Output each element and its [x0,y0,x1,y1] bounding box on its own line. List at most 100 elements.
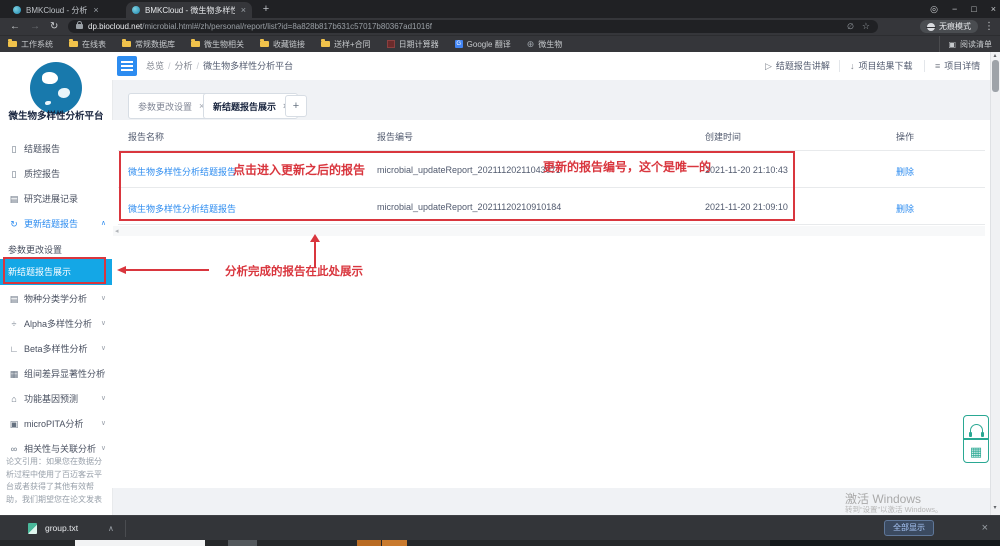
reload-icon[interactable]: ↻ [50,18,58,35]
bookmark-folder[interactable]: 微生物相关 [191,39,244,50]
close-button[interactable]: × [991,4,996,14]
sidebar-item-gene-prediction[interactable]: ⌂ 功能基因预测 ∨ [0,387,112,411]
bookmark-star-icon[interactable]: ☆ [862,21,870,32]
action-label: 项目结果下载 [859,61,913,71]
window-controls: ◎ − □ × [930,0,996,18]
sidebar-item-micropita[interactable]: ▣ microPITA分析 ∨ [0,412,112,436]
sidebar-item-beta-diversity[interactable]: ∟ Beta多样性分析 ∨ [0,337,112,361]
annotation-arrow-up-head [310,234,320,242]
qr-code-button[interactable]: ▦ [963,439,989,463]
address-bar[interactable]: dp.biocloud.net /microbial.html#/zh/pers… [68,20,878,33]
scrollbar-thumb[interactable] [992,60,999,92]
breadcrumb-separator: / [197,61,200,71]
sidebar-item-label: Alpha多样性分析 [24,312,92,336]
scroll-up-icon[interactable]: ▴ [991,52,999,59]
sidebar-item-label: Beta多样性分析 [24,337,88,361]
browser-tab-microbial[interactable]: BMKCloud - 微生物多样性分析 × [126,2,252,18]
tab-new-report-display[interactable]: 新结题报告展示 × [203,93,298,119]
browser-menu-icon[interactable]: ⋮ [984,18,994,35]
sidebar: 微生物多样性分析平台 ▯ 结题报告 ▯ 质控报告 ▤ 研究进展记录 ↻ 更新结题… [0,52,112,515]
sidebar-item-label: 研究进展记录 [24,187,78,211]
chart-axis-icon: ∟ [8,337,20,361]
show-all-downloads-button[interactable]: 全部显示 [884,520,934,536]
bookmark-folder[interactable]: 送样+合同 [321,39,371,50]
sidebar-item-update-report[interactable]: ↻ 更新结题报告 ∧ [0,212,112,236]
downloaded-file-name[interactable]: group.txt [45,516,78,541]
taskbar-app-segment[interactable] [382,540,407,546]
tab-label: 参数更改设置 [138,100,192,113]
chevron-down-icon: ∨ [101,337,106,361]
customer-service-button[interactable] [963,415,989,439]
incognito-label: 无痕模式 [939,21,971,32]
browser-tab-analysis[interactable]: BMKCloud - 分析 × [7,2,124,18]
document-icon: ▯ [8,137,20,161]
new-tab-button[interactable]: + [258,2,274,16]
bookmark-folder[interactable]: 收藏链接 [260,39,305,50]
breadcrumb-analysis[interactable]: 分析 [175,61,193,71]
chevron-down-icon: ∨ [101,412,106,436]
report-name-link[interactable]: 微生物多样性分析结题报告 [128,202,236,215]
taskbar-app-segment[interactable] [228,540,257,546]
report-explain-button[interactable]: ▷结题报告讲解 [765,52,830,80]
url-path: /microbial.html#/zh/personal/report/list… [142,22,432,31]
profile-icon[interactable]: ◎ [930,4,938,15]
bookmark-date-calculator[interactable]: 日期计算器 [387,39,439,50]
tab-param-settings[interactable]: 参数更改设置 × [128,93,214,119]
tab-close-icon[interactable]: × [241,5,246,15]
folder-icon [321,41,330,47]
forward-icon[interactable]: → [30,18,40,35]
folder-icon [8,41,17,47]
download-options-chevron-icon[interactable]: ∧ [108,516,114,541]
eye-off-icon[interactable]: ∅ [847,22,854,31]
scroll-left-icon[interactable]: ◂ [115,227,119,235]
sidebar-item-progress-record[interactable]: ▤ 研究进展记录 [0,187,112,211]
column-header-report-code: 报告编号 [377,130,413,143]
table-divider [118,150,985,151]
reading-list-button[interactable]: ▣阅读清单 [939,36,992,52]
delete-link[interactable]: 删除 [896,165,914,178]
report-name-link[interactable]: 微生物多样性分析结题报告 [128,165,236,178]
vertical-scrollbar[interactable] [990,52,1000,515]
delete-link[interactable]: 删除 [896,202,914,215]
back-icon[interactable]: ← [10,18,20,35]
download-bar-close-icon[interactable]: × [982,516,988,541]
platform-logo [30,62,82,114]
scroll-down-icon[interactable]: ▾ [991,504,999,511]
qr-code-icon: ▦ [970,445,982,458]
bookmark-folder[interactable]: 在线表 [69,39,106,50]
minimize-button[interactable]: − [952,4,957,14]
sidebar-item-qc-report[interactable]: ▯ 质控报告 [0,162,112,186]
project-download-button[interactable]: ↓项目结果下载 [850,52,913,80]
bookmark-microbe[interactable]: ⊕微生物 [527,39,563,50]
alpha-icon: ÷ [8,312,20,336]
report-created-time: 2021-11-20 21:09:10 [705,202,788,212]
bookmark-folder[interactable]: 常规数据库 [122,39,175,50]
incognito-icon [927,23,935,31]
taskbar-app-segment[interactable] [357,540,381,546]
sidebar-item-new-report-display[interactable]: 新结题报告展示 [0,259,112,285]
sidebar-item-group-difference[interactable]: ▦ 组间差异显著性分析 ∨ [0,362,112,386]
bookmark-label: 在线表 [82,39,106,50]
project-detail-button[interactable]: ≡项目详情 [935,52,980,80]
bookmark-label: 收藏链接 [273,39,305,50]
add-tab-button[interactable]: + [285,95,307,117]
tab-close-icon[interactable]: × [93,5,98,15]
sidebar-item-alpha-diversity[interactable]: ÷ Alpha多样性分析 ∨ [0,312,112,336]
bmkcloud-favicon [13,6,21,14]
maximize-button[interactable]: □ [971,4,976,14]
bookmark-folder[interactable]: 工作系统 [8,39,53,50]
sidebar-item-final-report[interactable]: ▯ 结题报告 [0,137,112,161]
folder-icon [69,41,78,47]
hamburger-menu-button[interactable] [117,56,137,76]
grid-icon: ▦ [8,362,20,386]
headset-icon [970,424,983,434]
breadcrumb-home[interactable]: 总览 [146,61,164,71]
bookmark-google-translate[interactable]: GGoogle 翻译 [455,39,511,50]
incognito-badge[interactable]: 无痕模式 [920,20,978,33]
taskbar-window-segment[interactable] [75,540,205,546]
citation-note: 论文引用：如果您在数据分析过程中使用了百迈客云平台或者获得了其他有效帮助，我们期… [6,456,107,520]
annotation-arrow-left [126,269,209,271]
horizontal-scrollbar[interactable]: ◂ [113,226,985,236]
list-icon: ▤ [8,287,20,311]
sidebar-item-taxonomy-analysis[interactable]: ▤ 物种分类学分析 ∨ [0,287,112,311]
